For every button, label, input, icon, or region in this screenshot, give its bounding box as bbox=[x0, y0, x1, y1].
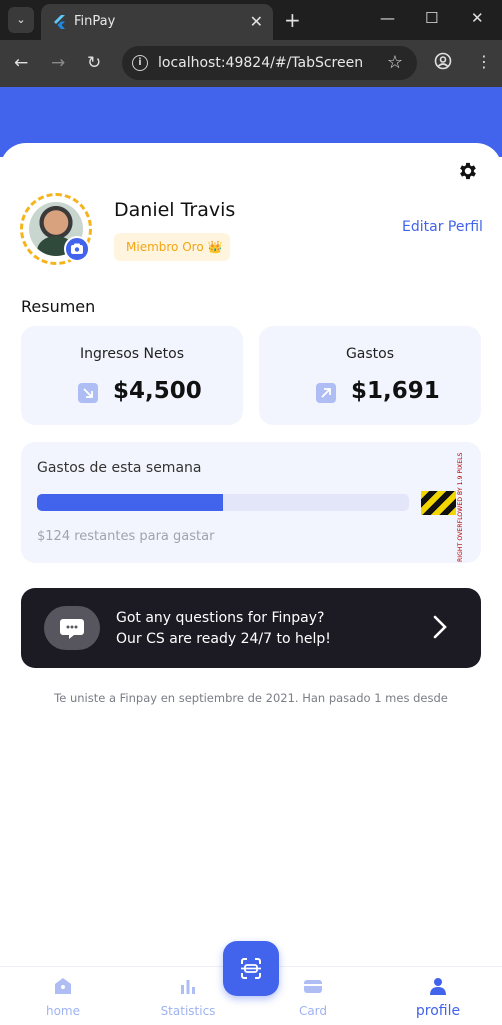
forward-icon[interactable]: → bbox=[51, 53, 65, 73]
support-line-2: Our CS are ready 24/7 to help! bbox=[116, 631, 331, 647]
summary-title: Resumen bbox=[21, 297, 96, 316]
tab-title: FinPay bbox=[74, 14, 116, 29]
browser-tab[interactable]: FinPay ✕ bbox=[41, 4, 273, 40]
user-icon bbox=[430, 978, 446, 995]
arrow-down-right-icon bbox=[78, 383, 98, 403]
edit-profile-link[interactable]: Editar Perfil bbox=[402, 219, 483, 235]
bar-chart-icon bbox=[181, 980, 195, 994]
expenses-card: Gastos $1,691 bbox=[259, 326, 481, 425]
chat-icon-wrapper bbox=[44, 606, 100, 650]
nav-card[interactable]: Card bbox=[273, 975, 353, 1019]
more-menu-icon[interactable]: ⋮ bbox=[476, 52, 492, 71]
chevron-right-icon[interactable] bbox=[433, 615, 447, 639]
address-bar[interactable]: i localhost:49824/#/TabScreen ☆ bbox=[122, 46, 417, 80]
expenses-label: Gastos bbox=[345, 346, 395, 362]
nav-card-label: Card bbox=[298, 1004, 328, 1018]
tab-search-menu-button[interactable]: ⌄ bbox=[8, 7, 34, 33]
new-tab-icon[interactable]: + bbox=[284, 8, 301, 32]
url-text[interactable]: localhost:49824/#/TabScreen bbox=[158, 55, 363, 71]
close-tab-icon[interactable]: ✕ bbox=[250, 12, 263, 31]
weekly-remaining: $124 restantes para gastar bbox=[37, 529, 215, 544]
back-icon[interactable]: ← bbox=[14, 53, 28, 73]
camera-badge[interactable] bbox=[64, 236, 90, 262]
nav-statistics-label: Statistics bbox=[160, 1004, 216, 1018]
browser-toolbar: ← → ↻ i localhost:49824/#/TabScreen ☆ ⋮ bbox=[0, 40, 502, 87]
expenses-value: $1,691 bbox=[351, 378, 440, 404]
svg-text:RIGHT OVERFLOWED BY 1.9 PIXELS: RIGHT OVERFLOWED BY 1.9 PIXELS bbox=[457, 452, 464, 562]
credit-card-icon bbox=[304, 980, 322, 993]
income-value: $4,500 bbox=[113, 378, 202, 404]
profile-sheet bbox=[0, 143, 502, 1025]
browser-tab-bar: ⌄ FinPay ✕ + — ☐ ✕ bbox=[0, 0, 502, 40]
scan-fab-button[interactable] bbox=[223, 941, 279, 996]
home-icon bbox=[55, 978, 71, 994]
maximize-icon[interactable]: ☐ bbox=[425, 9, 438, 27]
camera-icon bbox=[71, 243, 83, 254]
nav-home[interactable]: home bbox=[23, 975, 103, 1019]
bookmark-star-icon[interactable]: ☆ bbox=[387, 52, 403, 73]
overflow-warning-stripes bbox=[421, 491, 456, 515]
arrow-up-right-icon bbox=[316, 383, 336, 403]
site-info-icon[interactable]: i bbox=[132, 55, 148, 71]
account-icon[interactable] bbox=[434, 52, 452, 70]
reload-icon[interactable]: ↻ bbox=[87, 53, 101, 73]
income-card: Ingresos Netos $4,500 bbox=[21, 326, 243, 425]
support-text: Got any questions for Finpay? Our CS are… bbox=[116, 608, 331, 650]
minimize-icon[interactable]: — bbox=[380, 9, 395, 27]
support-line-1: Got any questions for Finpay? bbox=[116, 610, 325, 626]
support-banner[interactable]: Got any questions for Finpay? Our CS are… bbox=[21, 588, 481, 668]
membership-badge: Miembro Oro 👑 bbox=[114, 233, 230, 261]
income-label: Ingresos Netos bbox=[80, 346, 184, 362]
flutter-icon bbox=[54, 15, 65, 29]
weekly-spending-card: Gastos de esta semana $124 restantes par… bbox=[21, 442, 481, 563]
nav-statistics[interactable]: Statistics bbox=[148, 975, 228, 1019]
weekly-progress-bar bbox=[37, 494, 409, 511]
nav-profile-label: profile bbox=[415, 1003, 461, 1019]
weekly-title: Gastos de esta semana bbox=[37, 460, 202, 476]
close-window-icon[interactable]: ✕ bbox=[471, 9, 484, 27]
chat-bubble-icon bbox=[60, 619, 84, 639]
nav-profile[interactable]: profile bbox=[398, 975, 478, 1019]
nav-home-label: home bbox=[45, 1004, 81, 1018]
scan-icon bbox=[241, 958, 261, 979]
user-name: Daniel Travis bbox=[114, 199, 236, 221]
joined-info-text: Te uniste a Finpay en septiembre de 2021… bbox=[54, 691, 448, 705]
gear-icon[interactable] bbox=[457, 160, 479, 182]
weekly-progress-fill bbox=[37, 494, 223, 511]
overflow-warning-text: RIGHT OVERFLOWED BY 1.9 PIXELS bbox=[457, 452, 464, 562]
